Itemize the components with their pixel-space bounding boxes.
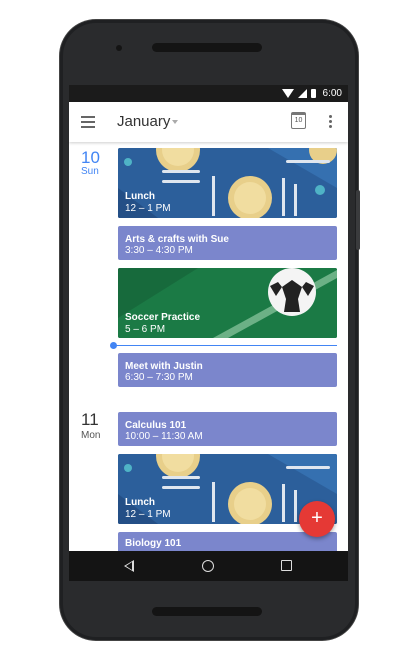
day-number: 10 xyxy=(81,148,100,167)
signal-icon xyxy=(297,89,307,98)
event-card-arts-crafts[interactable]: Arts & crafts with Sue 3:30 – 4:30 PM xyxy=(118,226,337,260)
event-title: Lunch xyxy=(125,497,155,508)
back-icon[interactable] xyxy=(124,560,134,572)
event-time: 12 – 1 PM xyxy=(125,509,171,520)
month-selector[interactable]: January xyxy=(117,113,170,130)
event-title: Soccer Practice xyxy=(125,312,201,323)
day-number: 11 xyxy=(81,410,99,429)
wifi-icon xyxy=(281,89,294,98)
navigation-bar xyxy=(69,551,348,581)
menu-icon[interactable] xyxy=(81,116,95,128)
status-bar: 6:00 xyxy=(69,85,348,102)
event-card-meet-justin[interactable]: Meet with Justin 6:30 – 7:30 PM xyxy=(118,353,337,387)
event-time: 5 – 6 PM xyxy=(125,324,166,335)
day-weekday: Mon xyxy=(81,430,101,441)
add-event-button[interactable]: + xyxy=(299,501,335,537)
bottom-speaker xyxy=(152,607,262,616)
event-title: Arts & crafts with Sue xyxy=(125,234,229,245)
event-title: Meet with Justin xyxy=(125,361,203,372)
current-time-line xyxy=(113,345,337,346)
front-camera xyxy=(116,45,122,51)
event-time: 12 – 1 PM xyxy=(125,203,171,214)
today-calendar-icon[interactable]: 10 xyxy=(291,112,306,129)
caret-down-icon[interactable] xyxy=(172,120,178,124)
status-time: 6:00 xyxy=(322,88,342,99)
battery-icon xyxy=(310,89,316,98)
day-weekday: Sun xyxy=(81,166,99,177)
event-time: 10:00 – 11:30 AM xyxy=(125,431,203,442)
event-title: Calculus 101 xyxy=(125,420,187,431)
more-options-icon[interactable] xyxy=(329,115,333,129)
status-icons: 6:00 xyxy=(281,88,342,99)
event-time: 6:30 – 7:30 PM xyxy=(125,372,193,383)
app-bar: January 10 xyxy=(69,102,348,142)
event-title: Biology 101 xyxy=(125,538,182,549)
recent-apps-icon[interactable] xyxy=(281,560,292,571)
power-button xyxy=(356,190,360,250)
event-time: 3:30 – 4:30 PM xyxy=(125,245,193,256)
event-card-soccer-practice[interactable]: Soccer Practice 5 – 6 PM xyxy=(118,268,337,338)
home-icon[interactable] xyxy=(202,560,214,572)
phone-screen: 6:00 January 10 10 Sun Lunch 12 – 1 PM A… xyxy=(69,85,348,581)
event-card-calculus[interactable]: Calculus 101 10:00 – 11:30 AM xyxy=(118,412,337,446)
event-card-lunch[interactable]: Lunch 12 – 1 PM xyxy=(118,148,337,218)
top-speaker xyxy=(152,43,262,52)
event-title: Lunch xyxy=(125,191,155,202)
